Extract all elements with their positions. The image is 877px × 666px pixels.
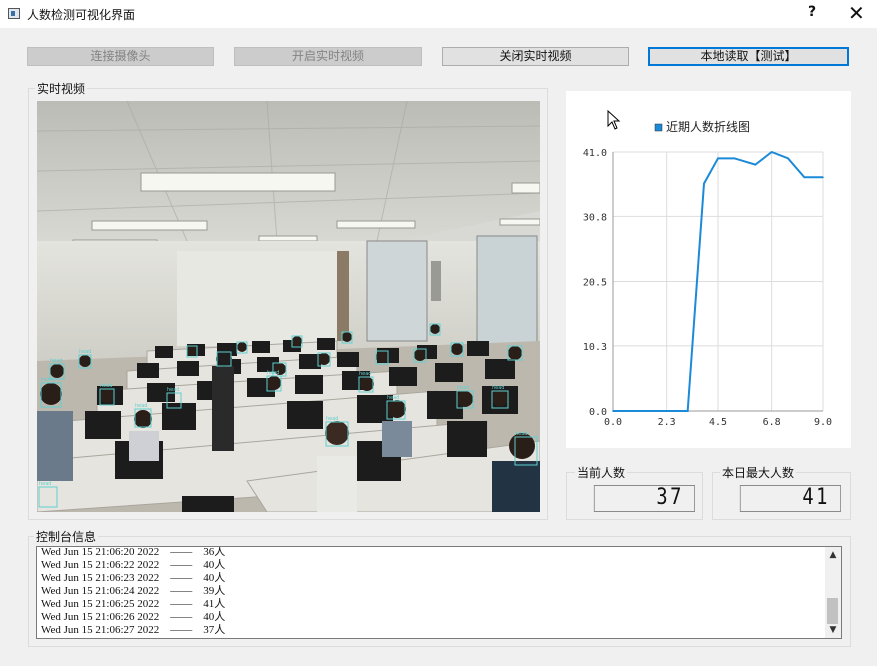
y-tick-label: 41.0 bbox=[583, 148, 607, 159]
series-point bbox=[612, 410, 614, 412]
console-group-label: 控制台信息 bbox=[34, 528, 99, 545]
series-point bbox=[822, 176, 824, 179]
x-tick-label: 6.8 bbox=[763, 417, 781, 428]
svg-text:head: head bbox=[359, 371, 371, 377]
connect-camera-button[interactable]: 连接摄像头 bbox=[27, 47, 214, 66]
stop-live-video-button[interactable]: 关闭实时视频 bbox=[442, 47, 629, 66]
log-line: Wed Jun 15 21:06:24 2022 —— 39人 bbox=[41, 585, 226, 597]
series-point bbox=[770, 151, 773, 153]
log-line: Wed Jun 15 21:06:20 2022 —— 36人 bbox=[41, 546, 226, 558]
line-chart-svg: 近期人数折线图 0.0 2.3 4.5 6.8 9.0 0.0 10.3 20.5 30.8 41… bbox=[583, 119, 832, 428]
app-window-icon bbox=[8, 8, 20, 19]
y-tick-label: 30.8 bbox=[583, 212, 607, 223]
x-tick-label: 9.0 bbox=[814, 417, 832, 428]
classroom-scene-image: head head head head head head head head head h… bbox=[37, 101, 540, 512]
console-scrollbar[interactable]: ▲ ▼ bbox=[825, 547, 841, 638]
series-point bbox=[733, 157, 736, 160]
svg-text:head: head bbox=[515, 431, 527, 437]
svg-text:head: head bbox=[326, 416, 338, 422]
scroll-up-arrow-icon[interactable]: ▲ bbox=[825, 548, 841, 562]
window-title: 人数检测可视化界面 bbox=[27, 8, 136, 22]
x-tick-label: 2.3 bbox=[658, 417, 676, 428]
series-point bbox=[686, 410, 689, 412]
console-log[interactable]: Wed Jun 15 21:06:20 2022 —— 36人 Wed Jun … bbox=[36, 546, 842, 639]
people-count-chart: 近期人数折线图 0.0 2.3 4.5 6.8 9.0 0.0 10.3 20.5 30.8 41… bbox=[566, 91, 851, 448]
series-point bbox=[665, 410, 668, 412]
series-point bbox=[803, 176, 806, 179]
svg-text:head: head bbox=[79, 349, 91, 355]
current-count-label: 当前人数 bbox=[575, 464, 628, 481]
x-tick-label: 4.5 bbox=[709, 417, 727, 428]
svg-text:head: head bbox=[267, 370, 279, 376]
live-video-frame: head head head head head head head head head h… bbox=[37, 101, 540, 512]
svg-text:head: head bbox=[457, 385, 469, 391]
mouse-pointer-icon bbox=[607, 110, 621, 130]
svg-text:head: head bbox=[387, 395, 399, 401]
legend-swatch bbox=[654, 123, 663, 132]
log-line: Wed Jun 15 21:06:27 2022 —— 37人 bbox=[41, 624, 226, 636]
help-button[interactable]: ? bbox=[808, 4, 816, 20]
current-count-display: 37 bbox=[593, 485, 695, 512]
chart-legend-label: 近期人数折线图 bbox=[666, 119, 750, 134]
svg-text:head: head bbox=[39, 481, 51, 487]
svg-text:head: head bbox=[135, 403, 147, 409]
video-group-label: 实时视频 bbox=[35, 80, 88, 97]
max-count-display: 41 bbox=[739, 485, 841, 512]
max-count-label: 本日最大人数 bbox=[720, 464, 797, 481]
log-line: Wed Jun 15 21:06:26 2022 —— 40人 bbox=[41, 611, 226, 623]
scrollbar-thumb[interactable] bbox=[827, 598, 838, 624]
series-point bbox=[787, 157, 789, 160]
close-button[interactable]: ✕ bbox=[848, 1, 865, 25]
series-point bbox=[754, 163, 757, 166]
y-tick-label: 20.5 bbox=[583, 278, 607, 289]
svg-text:head: head bbox=[492, 385, 504, 391]
log-line: Wed Jun 15 21:06:25 2022 —— 41人 bbox=[41, 598, 226, 610]
y-tick-label: 10.3 bbox=[583, 342, 607, 353]
series-point bbox=[703, 182, 705, 185]
scroll-down-arrow-icon[interactable]: ▼ bbox=[825, 623, 841, 637]
svg-text:head: head bbox=[41, 377, 53, 383]
log-line: Wed Jun 15 21:06:22 2022 —— 40人 bbox=[41, 559, 226, 571]
svg-text:head: head bbox=[100, 383, 112, 389]
x-tick-label: 0.0 bbox=[604, 417, 622, 428]
local-read-test-button[interactable]: 本地读取【测试】 bbox=[648, 47, 849, 66]
svg-text:head: head bbox=[50, 358, 62, 364]
start-live-video-button[interactable]: 开启实时视频 bbox=[234, 47, 422, 66]
title-bar: 人数检测可视化界面 ? ✕ bbox=[0, 0, 877, 28]
svg-text:head: head bbox=[167, 387, 179, 393]
series-point bbox=[717, 157, 719, 160]
y-tick-label: 0.0 bbox=[589, 407, 607, 418]
log-line: Wed Jun 15 21:06:23 2022 —— 40人 bbox=[41, 572, 226, 584]
